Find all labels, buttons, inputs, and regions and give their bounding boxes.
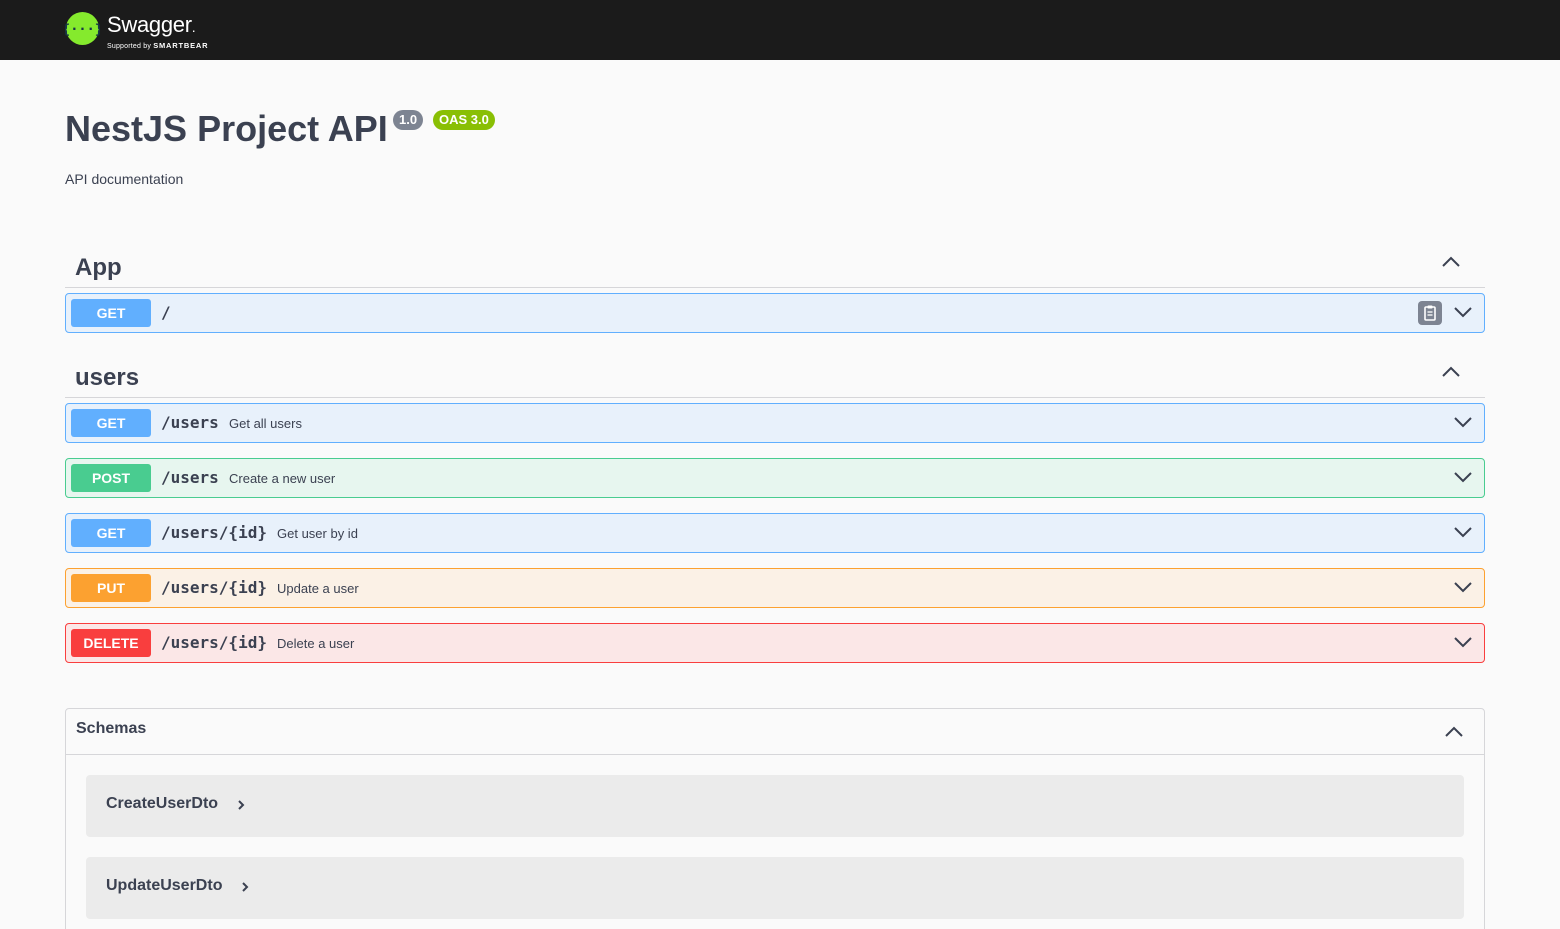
operation-path: /users	[161, 468, 219, 487]
swagger-logo-icon: {···}	[65, 11, 100, 46]
chevron-down-icon[interactable]	[1453, 525, 1473, 539]
method-badge: PUT	[71, 574, 151, 602]
operation-summary: Get all users	[229, 416, 302, 431]
api-description: API documentation	[65, 171, 184, 187]
tag-section-users[interactable]: users	[65, 348, 1485, 398]
operation-get-user-by-id[interactable]: GET /users/{id} Get user by id	[65, 513, 1485, 553]
swagger-logo-link[interactable]: {···} Swagger. Supported by SMARTBEAR	[65, 9, 215, 51]
schemas-title: Schemas	[76, 720, 147, 737]
svg-text:{···}: {···}	[65, 21, 100, 37]
copy-to-clipboard-button[interactable]	[1418, 301, 1442, 325]
schemas-panel: Schemas CreateUserDto UpdateUserDto	[65, 708, 1485, 929]
oas-badge: OAS 3.0	[433, 110, 495, 130]
operation-path: /users/{id}	[161, 523, 267, 542]
method-badge: DELETE	[71, 629, 151, 657]
operation-delete-user[interactable]: DELETE /users/{id} Delete a user	[65, 623, 1485, 663]
operation-get-root[interactable]: GET /	[65, 293, 1485, 333]
tag-name: users	[75, 364, 140, 391]
operation-get-users[interactable]: GET /users Get all users	[65, 403, 1485, 443]
schema-model-createuserdto[interactable]: CreateUserDto	[86, 775, 1464, 837]
chevron-down-icon[interactable]	[1453, 470, 1473, 484]
operation-path: /users/{id}	[161, 633, 267, 652]
chevron-down-icon[interactable]	[1453, 305, 1473, 319]
version-badge: 1.0	[393, 110, 424, 130]
logo-subtitle: Supported by SMARTBEAR	[107, 41, 209, 50]
schema-model-updateuserdto[interactable]: UpdateUserDto	[86, 857, 1464, 919]
operation-path: /	[161, 303, 171, 322]
schema-name: CreateUserDto	[106, 795, 219, 812]
chevron-down-icon[interactable]	[1453, 635, 1473, 649]
operation-summary: Update a user	[277, 581, 359, 596]
chevron-down-icon[interactable]	[1453, 580, 1473, 594]
chevron-right-icon[interactable]	[240, 881, 250, 893]
operation-path: /users/{id}	[161, 578, 267, 597]
chevron-up-icon[interactable]	[1444, 725, 1464, 739]
tag-section-app[interactable]: App	[65, 238, 1485, 288]
method-badge: POST	[71, 464, 151, 492]
tag-name: App	[75, 254, 122, 281]
chevron-up-icon[interactable]	[1441, 255, 1461, 269]
chevron-up-icon[interactable]	[1441, 365, 1461, 379]
chevron-right-icon[interactable]	[236, 799, 246, 811]
method-badge: GET	[71, 409, 151, 437]
operation-post-users[interactable]: POST /users Create a new user	[65, 458, 1485, 498]
method-badge: GET	[71, 299, 151, 327]
logo-text: Swagger.	[107, 12, 196, 37]
chevron-down-icon[interactable]	[1453, 415, 1473, 429]
clipboard-icon	[1424, 305, 1436, 321]
top-bar: {···} Swagger. Supported by SMARTBEAR	[0, 0, 1560, 60]
method-badge: GET	[71, 519, 151, 547]
operation-summary: Get user by id	[277, 526, 358, 541]
schemas-header[interactable]: Schemas	[66, 709, 1484, 755]
operation-put-user[interactable]: PUT /users/{id} Update a user	[65, 568, 1485, 608]
operation-summary: Delete a user	[277, 636, 355, 651]
schema-name: UpdateUserDto	[106, 877, 223, 894]
operation-summary: Create a new user	[229, 471, 336, 486]
api-title: NestJS Project API	[65, 108, 388, 149]
operation-path: /users	[161, 413, 219, 432]
